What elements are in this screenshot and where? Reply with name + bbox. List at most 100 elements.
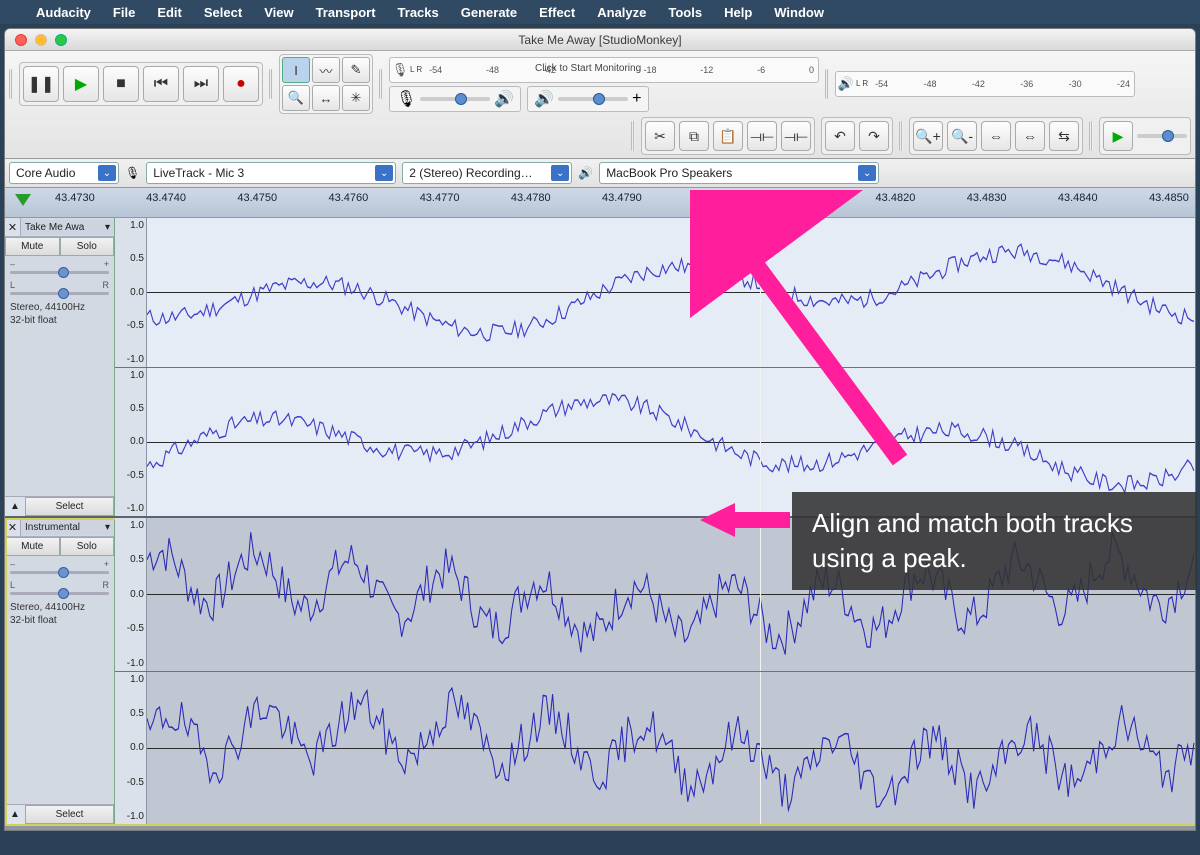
playback-device-combo[interactable]: MacBook Pro Speakers⌄ [599,162,879,184]
track-select-button[interactable]: Select [25,497,114,516]
track-select-button[interactable]: Select [25,805,114,824]
play-at-speed-button[interactable]: ▶ [1103,121,1133,151]
recording-volume-slider[interactable]: 🎙🔊 [389,86,521,112]
chevron-down-icon: ⌄ [375,165,393,181]
vertical-scale[interactable]: 1.0 0.5 0.0 -0.5 -1.0 [115,518,147,671]
timeline-ruler[interactable]: 43.4730 43.4740 43.4750 43.4760 43.4770 … [5,188,1195,218]
playback-volume-slider[interactable]: 🔊+ [527,86,648,112]
track-body[interactable]: 1.0 0.5 0.0 -0.5 -1.0 1.0 0 [115,218,1195,516]
silence-button[interactable]: ⟞⟝ [781,121,811,151]
grip-icon[interactable] [899,121,903,151]
envelope-tool-icon[interactable]: 〰 [312,57,340,83]
chevron-down-icon: ⌄ [551,165,569,181]
gain-slider[interactable]: –+ [5,556,114,577]
grip-icon[interactable] [631,121,635,151]
track-close-button[interactable]: ✕ [5,518,21,536]
recording-meter[interactable]: 🎙 L R -54 -48 -42 -18 -12 -6 0 Click to … [389,57,819,83]
grip-icon[interactable] [9,69,13,99]
zoom-in-button[interactable]: 🔍+ [913,121,943,151]
record-button[interactable]: ● [223,66,259,102]
menu-file[interactable]: File [113,5,135,20]
menu-transport[interactable]: Transport [316,5,376,20]
track-control-panel: ✕ Instrumental▾ Mute Solo –+ LR [5,518,115,824]
collapse-button[interactable]: ▲ [5,805,25,824]
tools-toolbar: I 〰 ✎ 🔍 ↔ ✳ [279,54,373,114]
track-close-button[interactable]: ✕ [5,218,21,236]
menu-tracks[interactable]: Tracks [398,5,439,20]
multi-tool-icon[interactable]: ✳ [342,85,370,111]
mute-button[interactable]: Mute [5,237,60,256]
playhead-line [760,672,761,825]
undo-toolbar: ↶ ↷ [821,117,893,155]
menu-tools[interactable]: Tools [668,5,702,20]
meter-lr-label: L R [410,66,425,74]
menu-analyze[interactable]: Analyze [597,5,646,20]
selection-tool-icon[interactable]: I [282,57,310,83]
track-info: Stereo, 44100Hz 32-bit float [5,298,114,496]
vertical-scale[interactable]: 1.0 0.5 0.0 -0.5 -1.0 [115,218,147,367]
pause-button[interactable]: ❚❚ [23,66,59,102]
menu-generate[interactable]: Generate [461,5,517,20]
skip-start-button[interactable]: ⏮ [143,66,179,102]
paste-button[interactable]: 📋 [713,121,743,151]
undo-button[interactable]: ↶ [825,121,855,151]
mac-menubar[interactable]: Audacity File Edit Select View Transport… [0,0,1200,24]
recording-channels-combo[interactable]: 2 (Stereo) Recording…⌄ [402,162,572,184]
chevron-down-icon: ▾ [105,222,110,233]
play-button[interactable]: ▶ [63,66,99,102]
menu-window[interactable]: Window [774,5,824,20]
copy-button[interactable]: ⧉ [679,121,709,151]
vertical-scale[interactable]: 1.0 0.5 0.0 -0.5 -1.0 [115,672,147,825]
trim-button[interactable]: ⟞⟝ [747,121,777,151]
vertical-scale[interactable]: 1.0 0.5 0.0 -0.5 -1.0 [115,368,147,517]
cut-button[interactable]: ✂ [645,121,675,151]
waveform-display[interactable] [147,218,1195,367]
speaker-icon: 🔊 [578,166,593,180]
collapse-button[interactable]: ▲ [5,497,25,516]
zoom-toggle-button[interactable]: ⇆ [1049,121,1079,151]
gain-slider[interactable]: –+ [5,256,114,277]
zoom-tool-icon[interactable]: 🔍 [282,85,310,111]
playback-meter[interactable]: 🔊 L R -54 -48 -42 -36 -30 -24 [835,71,1135,97]
mute-button[interactable]: Mute [5,537,60,556]
titlebar[interactable]: Take Me Away [StudioMonkey] [5,29,1195,51]
meter-hint[interactable]: Click to Start Monitoring [535,63,641,74]
fit-project-button[interactable]: ⇔ [1015,121,1045,151]
draw-tool-icon[interactable]: ✎ [342,57,370,83]
playback-speed-slider[interactable] [1137,134,1187,138]
grip-icon[interactable] [825,69,829,99]
menu-edit[interactable]: Edit [157,5,182,20]
menu-help[interactable]: Help [724,5,752,20]
stop-button[interactable]: ■ [103,66,139,102]
edit-toolbar: ✂ ⧉ 📋 ⟞⟝ ⟞⟝ [641,117,815,155]
annotation-arrow-icon [700,500,790,540]
device-toolbar: Core Audio⌄ 🎙 LiveTrack - Mic 3⌄ 2 (Ster… [5,159,1195,188]
solo-button[interactable]: Solo [60,537,115,556]
solo-button[interactable]: Solo [60,237,115,256]
zoom-out-button[interactable]: 🔍- [947,121,977,151]
chevron-down-icon: ⌄ [98,165,116,181]
recording-device-combo[interactable]: LiveTrack - Mic 3⌄ [146,162,396,184]
speaker-icon: 🔊 [836,76,856,92]
window-title: Take Me Away [StudioMonkey] [5,33,1195,47]
audio-host-combo[interactable]: Core Audio⌄ [9,162,119,184]
track-name-menu[interactable]: Instrumental▾ [21,520,114,535]
pan-slider[interactable]: LR [5,277,114,298]
grip-icon[interactable] [1089,121,1093,151]
timeshift-tool-icon[interactable]: ↔ [312,85,340,111]
toolbar-area: ❚❚ ▶ ■ ⏮ ⏭ ● I 〰 ✎ 🔍 ↔ ✳ 🎙 L R [5,51,1195,159]
track-info: Stereo, 44100Hz 32-bit float [5,598,114,804]
skip-end-button[interactable]: ⏭ [183,66,219,102]
menu-view[interactable]: View [264,5,293,20]
fit-selection-button[interactable]: ⇔ [981,121,1011,151]
waveform-display[interactable] [147,672,1195,825]
grip-icon[interactable] [269,69,273,99]
track-name-menu[interactable]: Take Me Awa▾ [21,220,114,235]
grip-icon[interactable] [379,69,383,99]
menu-select[interactable]: Select [204,5,242,20]
app-name[interactable]: Audacity [36,5,91,20]
pan-slider[interactable]: LR [5,577,114,598]
play-indicator-icon[interactable] [15,194,31,206]
menu-effect[interactable]: Effect [539,5,575,20]
redo-button[interactable]: ↷ [859,121,889,151]
